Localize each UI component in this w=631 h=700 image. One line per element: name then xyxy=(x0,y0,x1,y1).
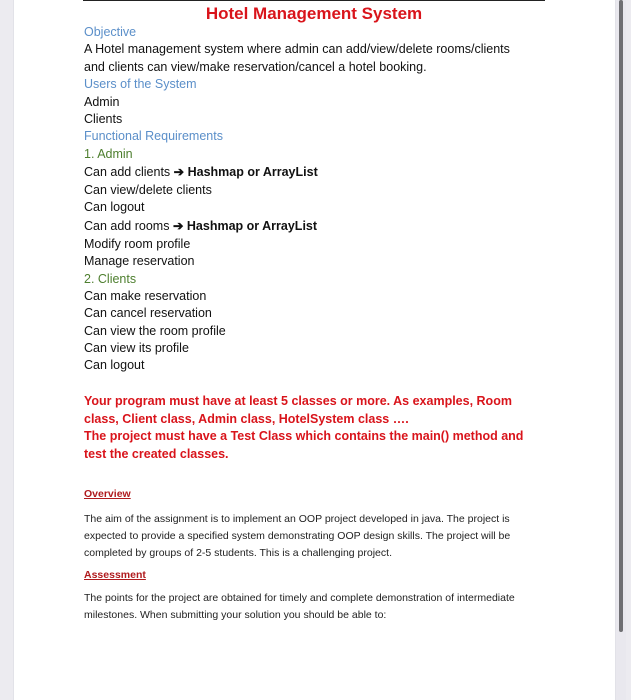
arrow-right-icon: ➔ xyxy=(173,165,185,179)
admin-item: Can add rooms ➔ Hashmap or ArrayList xyxy=(84,218,317,235)
requirement-note-classes: Your program must have at least 5 classe… xyxy=(84,394,512,426)
admin-item: Manage reservation xyxy=(84,254,195,268)
objective-text-line-2: and clients can view/make reservation/ca… xyxy=(84,60,427,74)
admin-item-text: Can add clients xyxy=(84,165,174,179)
client-item: Can view its profile xyxy=(84,341,189,355)
admin-item: Can logout xyxy=(84,200,145,214)
top-rule-divider xyxy=(83,0,545,1)
admin-heading: 1. Admin xyxy=(84,147,133,161)
scrollbar-thumb[interactable] xyxy=(619,0,623,632)
client-item: Can cancel reservation xyxy=(84,306,212,320)
requirement-note-test-class: The project must have a Test Class which… xyxy=(84,429,524,461)
admin-item-emphasis: Hashmap or ArrayList xyxy=(183,219,318,233)
user-item-admin: Admin xyxy=(84,95,120,109)
document-title: Hotel Management System xyxy=(205,4,423,23)
client-item: Can logout xyxy=(84,358,145,372)
admin-item: Modify room profile xyxy=(84,237,191,251)
client-item: Can view the room profile xyxy=(84,324,226,338)
client-item: Can make reservation xyxy=(84,289,207,303)
admin-item: Can add clients ➔ Hashmap or ArrayList xyxy=(84,164,318,181)
user-item-clients: Clients xyxy=(84,112,123,126)
clients-heading: 2. Clients xyxy=(84,272,137,286)
admin-item: Can view/delete clients xyxy=(84,183,212,197)
admin-item-text: Can add rooms xyxy=(84,219,173,233)
functional-requirements-heading: Functional Requirements xyxy=(84,129,223,143)
overview-text: The aim of the assignment is to implemen… xyxy=(84,513,511,559)
arrow-right-icon: ➔ xyxy=(172,219,184,233)
users-heading: Users of the System xyxy=(84,77,197,91)
assessment-heading: Assessment xyxy=(84,569,146,581)
overview-heading: Overview xyxy=(84,488,131,500)
objective-heading: Objective xyxy=(84,25,137,39)
assessment-text: The points for the project are obtained … xyxy=(84,592,515,621)
admin-item-emphasis: Hashmap or ArrayList xyxy=(184,165,318,179)
objective-text-line-1: A Hotel management system where admin ca… xyxy=(84,42,510,56)
